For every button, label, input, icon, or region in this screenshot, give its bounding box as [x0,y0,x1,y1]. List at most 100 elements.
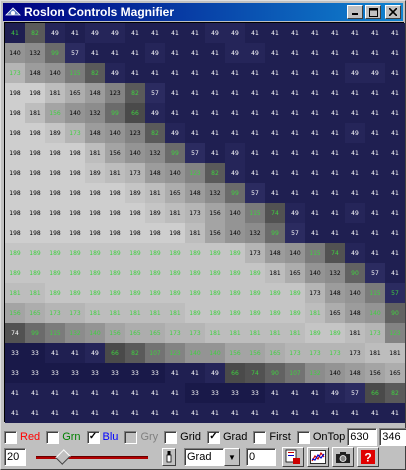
grid-cell: 181 [105,163,125,183]
dropper-button[interactable] [162,448,176,466]
grid-cell: 140 [165,163,185,183]
first-checkbox[interactable] [253,430,267,444]
grid-cell: 189 [305,323,325,343]
grid-cell: 140 [205,343,225,363]
grid-cell: 49 [345,203,365,223]
save-image-button[interactable] [282,447,304,467]
grid-cell: 198 [5,143,25,163]
grid-cell: 140 [45,63,65,83]
grid-cell: 49 [225,43,245,63]
title-bar[interactable]: Roslon Controls Magnifier [3,3,403,21]
grid-cell: 115 [305,243,325,263]
grid-cell: 41 [145,383,165,403]
grid-cell: 198 [25,83,45,103]
grid-cell: 41 [325,83,345,103]
app-icon [5,7,21,16]
grid-cell: 198 [45,163,65,183]
grid-cell: 189 [225,243,245,263]
grid-cell: 198 [85,223,105,243]
window-title: Roslon Controls Magnifier [24,5,174,19]
help-button[interactable]: ? [357,447,379,467]
grid-cell: 41 [345,163,365,183]
red-checkbox[interactable] [4,430,17,444]
grid-cell: 181 [265,323,285,343]
grn-checkbox[interactable] [46,430,60,444]
grid-cell: 165 [285,263,305,283]
grid-cell: 41 [345,83,365,103]
chevron-down-icon[interactable]: ▼ [224,448,240,466]
grid-cell: 33 [205,383,225,403]
grid-cell: 57 [185,143,205,163]
grid-cell: 189 [225,263,245,283]
grid-cell: 181 [145,303,165,323]
grid-cell: 198 [125,223,145,243]
grid-cell: 156 [45,103,65,123]
capture-button[interactable] [332,447,354,467]
grid-cell: 189 [185,303,205,323]
grid-cell: 198 [5,103,25,123]
grid-cell: 33 [25,363,45,383]
grid-checkbox[interactable] [164,430,178,444]
grid-cell: 148 [25,63,45,83]
grid-cell: 57 [345,383,365,403]
grid-cell: 198 [5,123,25,143]
grid-cell: 49 [145,103,165,123]
grid-cell: 41 [105,403,125,423]
maximize-button[interactable] [365,5,381,19]
grid-cell: 90 [265,363,285,383]
grid-cell: 99 [165,143,185,163]
grid-cell: 173 [65,123,85,143]
grid-cell: 41 [205,123,225,143]
grid-cell: 189 [125,283,145,303]
grid-cell: 41 [225,403,245,423]
grid-cell: 189 [265,283,285,303]
zoom-field[interactable]: 20 [4,448,26,466]
blu-checkbox[interactable]: ✓ [86,430,100,444]
grid-cell: 41 [285,63,305,83]
grid-cell: 41 [165,383,185,403]
coord-y-field[interactable]: 346 [379,428,406,446]
grid-cell: 41 [125,43,145,63]
grid-cell: 115 [45,323,65,343]
grid-cell: 198 [5,83,25,103]
grid-cell: 181 [165,203,185,223]
gry-checkbox[interactable] [124,430,138,444]
grid-cell: 33 [45,363,65,383]
slider-thumb[interactable] [55,449,71,465]
grid-cell: 99 [225,183,245,203]
grid-cell: 49 [325,383,345,403]
grid-cell: 189 [165,283,185,303]
mode-select[interactable]: Grad ▼ [184,448,240,466]
grid-cell: 132 [205,183,225,203]
grad-checkbox[interactable]: ✓ [206,430,220,444]
grid-cell: 33 [225,383,245,403]
grid-cell: 41 [345,43,365,63]
grid-cell: 41 [325,123,345,143]
grid-cell: 41 [345,223,365,243]
grid-cell: 41 [225,83,245,103]
grid-cell: 57 [365,263,385,283]
grid-cell: 41 [5,403,25,423]
grid-cell: 41 [365,43,385,63]
magnified-pixel-grid[interactable]: 41 82 49 41 49 49 41 41 41 41 49 49 41 41 41 41 41 41 41 41… [4,22,405,423]
grid-cell: 41 [325,103,345,123]
grid-cell: 140 [105,123,125,143]
grid-cell: 181 [85,143,105,163]
grid-cell: 41 [185,363,205,383]
grid-cell: 140 [225,203,245,223]
minimize-button[interactable] [347,5,363,19]
grid-cell: 132 [65,323,85,343]
coord-x-field[interactable]: 630 [347,428,378,446]
graph-button[interactable] [307,447,329,467]
grid-cell: 41 [365,243,385,263]
grid-cell: 41 [305,143,325,163]
grid-cell: 66 [225,363,245,383]
ontop-checkbox[interactable] [296,430,310,444]
value-field[interactable]: 0 [246,448,276,466]
grid-cell: 41 [385,223,405,243]
grid-cell: 181 [385,343,405,363]
grid-cell: 189 [145,203,165,223]
zoom-slider[interactable] [32,448,152,466]
grid-cell: 140 [325,363,345,383]
close-button[interactable] [385,5,401,19]
